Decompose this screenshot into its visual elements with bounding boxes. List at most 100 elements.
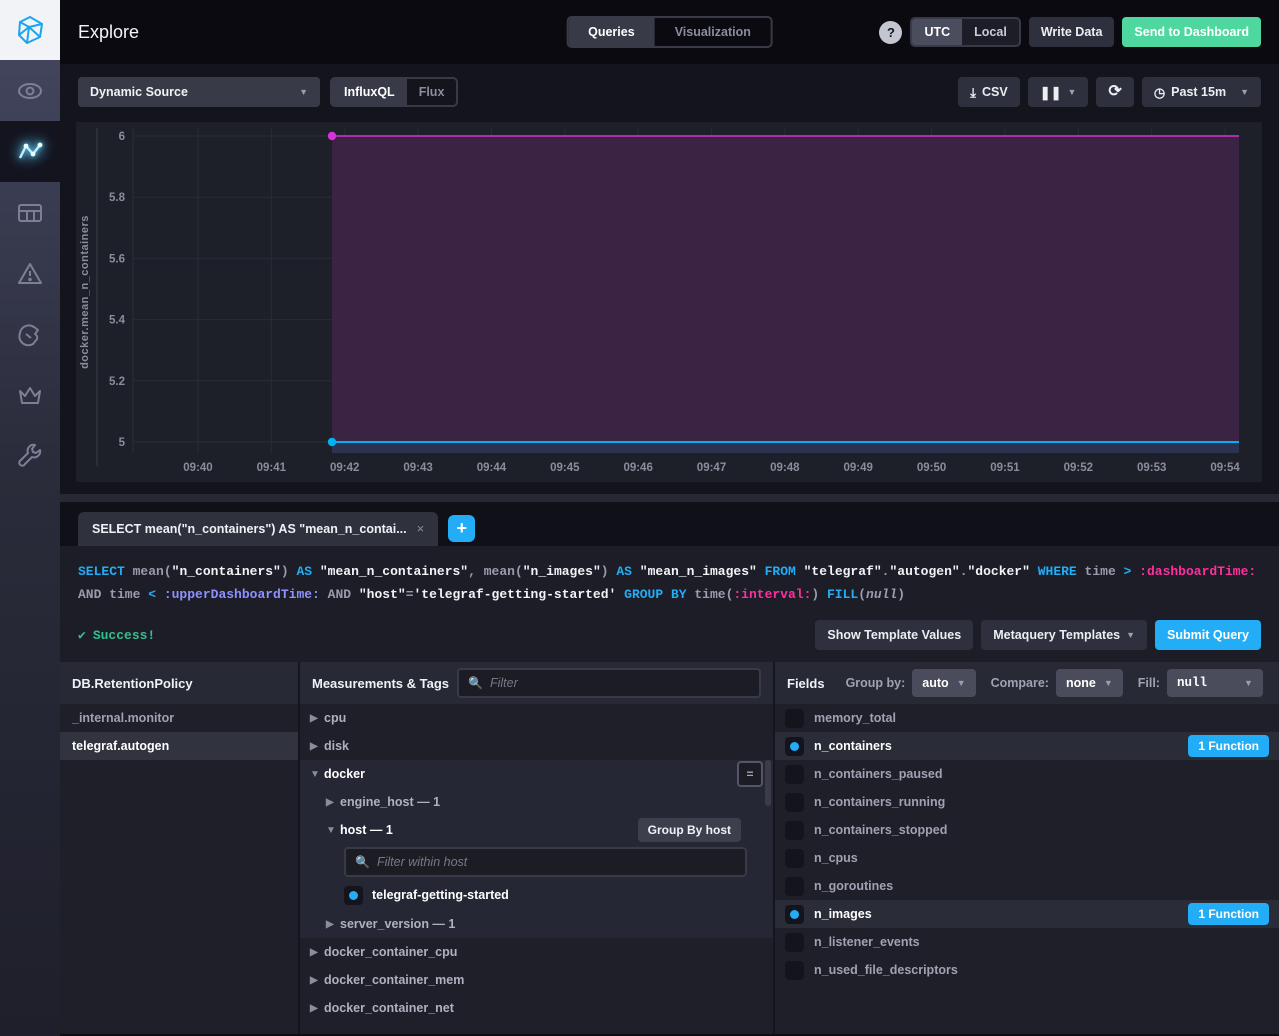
field-name: n_containers_stopped xyxy=(814,823,947,837)
measurement-row[interactable]: ▶docker_container_mem xyxy=(300,966,773,994)
chronograf-logo-icon[interactable] xyxy=(0,0,60,60)
tag-value-filter-input[interactable]: 🔍Filter within host xyxy=(344,847,747,877)
scrollbar[interactable] xyxy=(765,760,771,806)
measurement-row[interactable]: ▶docker_container_cpu xyxy=(300,938,773,966)
field-row[interactable]: n_containers_paused xyxy=(775,760,1279,788)
compare-dropdown[interactable]: none ▼ xyxy=(1056,669,1123,697)
db-list-item[interactable]: telegraf.autogen xyxy=(60,732,298,760)
fields-column: Fields Group by: auto ▼ Compare: none ▼ … xyxy=(775,662,1279,1034)
left-sidebar xyxy=(0,0,60,1036)
checkbox-icon[interactable] xyxy=(785,709,804,728)
autorefresh-pause-dropdown[interactable]: ❚❚ ▼ xyxy=(1028,77,1089,107)
download-icon: ⤓ xyxy=(970,86,976,99)
field-row[interactable]: n_listener_events xyxy=(775,928,1279,956)
help-icon[interactable]: ? xyxy=(879,21,902,44)
tag-value-label: telegraf-getting-started xyxy=(372,888,509,902)
checkbox-checked-icon[interactable] xyxy=(344,886,363,905)
group-by-dropdown[interactable]: auto ▼ xyxy=(912,669,975,697)
measurement-row[interactable]: ▶disk xyxy=(300,732,773,760)
chart-panel[interactable]: docker.mean_n_containers55.25.45.65.8609… xyxy=(76,122,1262,482)
measurement-row[interactable]: ▼docker= xyxy=(300,760,773,788)
sidebar-item-organizations[interactable] xyxy=(0,365,60,426)
function-count-badge[interactable]: 1 Function xyxy=(1188,903,1269,925)
chevron-right-icon: ▶ xyxy=(326,797,340,808)
eye-icon xyxy=(16,77,44,105)
field-row[interactable]: n_containers1 Function xyxy=(775,732,1279,760)
measurement-label: docker_container_net xyxy=(324,1001,454,1015)
checkbox-icon[interactable] xyxy=(785,765,804,784)
flux-toggle-option[interactable]: Flux xyxy=(407,79,457,105)
page-header: Explore Queries Visualization ? UTC Loca… xyxy=(60,0,1279,64)
svg-text:5.4: 5.4 xyxy=(109,315,126,327)
visualization-section: docker.mean_n_containers55.25.45.65.8609… xyxy=(60,120,1279,494)
fill-label: Fill: xyxy=(1138,676,1160,690)
db-column-header: DB.RetentionPolicy xyxy=(72,676,193,691)
function-count-badge[interactable]: 1 Function xyxy=(1188,735,1269,757)
checkbox-checked-icon[interactable] xyxy=(785,905,804,924)
db-list-item[interactable]: _internal.monitor xyxy=(60,704,298,732)
checkbox-icon[interactable] xyxy=(785,821,804,840)
tab-queries[interactable]: Queries xyxy=(568,18,655,46)
checkbox-icon[interactable] xyxy=(785,849,804,868)
download-csv-button[interactable]: ⤓ CSV xyxy=(958,77,1019,107)
svg-text:09:42: 09:42 xyxy=(330,462,359,474)
field-row[interactable]: memory_total xyxy=(775,704,1279,732)
svg-text:docker.mean_n_containers: docker.mean_n_containers xyxy=(79,215,91,369)
submit-query-button[interactable]: Submit Query xyxy=(1155,620,1261,650)
measurement-label: docker_container_cpu xyxy=(324,945,457,959)
tab-visualization[interactable]: Visualization xyxy=(655,18,771,46)
fill-dropdown[interactable]: null ▼ xyxy=(1167,669,1263,697)
measurement-filter-input[interactable]: 🔍 Filter xyxy=(457,668,761,698)
sidebar-item-admin[interactable] xyxy=(0,304,60,365)
query-builder: DB.RetentionPolicy _internal.monitortele… xyxy=(60,662,1279,1034)
tag-value-row[interactable]: telegraf-getting-started xyxy=(300,880,773,910)
tag-key-row[interactable]: ▶server_version — 1 xyxy=(300,910,773,938)
metaquery-templates-dropdown[interactable]: Metaquery Templates ▼ xyxy=(981,620,1147,650)
checkbox-icon[interactable] xyxy=(785,933,804,952)
sidebar-item-dashboards[interactable] xyxy=(0,182,60,243)
sidebar-item-alerts[interactable] xyxy=(0,243,60,304)
write-data-button[interactable]: Write Data xyxy=(1029,17,1115,47)
influxql-toggle-option[interactable]: InfluxQL xyxy=(332,79,407,105)
show-template-values-button[interactable]: Show Template Values xyxy=(815,620,973,650)
sidebar-item-data-explorer[interactable] xyxy=(0,121,60,182)
crown-icon xyxy=(16,382,44,410)
svg-text:09:46: 09:46 xyxy=(623,462,652,474)
svg-text:09:48: 09:48 xyxy=(770,462,800,474)
field-row[interactable]: n_containers_running xyxy=(775,788,1279,816)
checkbox-icon[interactable] xyxy=(785,877,804,896)
checkbox-icon[interactable] xyxy=(785,961,804,980)
sidebar-item-configuration[interactable] xyxy=(0,426,60,487)
tag-key-row[interactable]: ▼host — 1Group By host xyxy=(300,816,773,844)
field-row[interactable]: n_cpus xyxy=(775,844,1279,872)
equals-filter-badge[interactable]: = xyxy=(737,761,763,787)
panel-resize-handle[interactable] xyxy=(60,494,1279,502)
field-row[interactable]: n_goroutines xyxy=(775,872,1279,900)
time-range-dropdown[interactable]: ◷ Past 15m ▼ xyxy=(1142,77,1261,107)
measurement-row[interactable]: ▶cpu xyxy=(300,704,773,732)
query-editor-body: SELECT mean("n_containers") AS "mean_n_c… xyxy=(60,546,1279,662)
refresh-button[interactable]: ⟳ xyxy=(1096,77,1133,107)
checkbox-checked-icon[interactable] xyxy=(785,737,804,756)
local-toggle-option[interactable]: Local xyxy=(962,19,1019,45)
refresh-icon: ⟳ xyxy=(1108,84,1121,100)
tag-key-label: engine_host — 1 xyxy=(340,795,440,809)
query-tab[interactable]: SELECT mean("n_containers") AS "mean_n_c… xyxy=(78,512,438,546)
field-row[interactable]: n_images1 Function xyxy=(775,900,1279,928)
group-by-host-button[interactable]: Group By host xyxy=(638,818,741,842)
sidebar-item-hosts[interactable] xyxy=(0,60,60,121)
field-name: n_containers_running xyxy=(814,795,945,809)
source-dropdown[interactable]: Dynamic Source ▼ xyxy=(78,77,320,107)
field-row[interactable]: n_used_file_descriptors xyxy=(775,956,1279,984)
svg-text:09:45: 09:45 xyxy=(550,462,580,474)
utc-toggle-option[interactable]: UTC xyxy=(912,19,962,45)
field-row[interactable]: n_containers_stopped xyxy=(775,816,1279,844)
tag-key-row[interactable]: ▶engine_host — 1 xyxy=(300,788,773,816)
compare-label: Compare: xyxy=(991,676,1049,690)
close-icon[interactable]: × xyxy=(417,521,425,536)
send-to-dashboard-button[interactable]: Send to Dashboard xyxy=(1122,17,1261,47)
checkbox-icon[interactable] xyxy=(785,793,804,812)
add-query-tab-button[interactable]: + xyxy=(448,515,475,542)
query-text-input[interactable]: SELECT mean("n_containers") AS "mean_n_c… xyxy=(78,560,1261,606)
measurement-row[interactable]: ▶docker_container_net xyxy=(300,994,773,1022)
